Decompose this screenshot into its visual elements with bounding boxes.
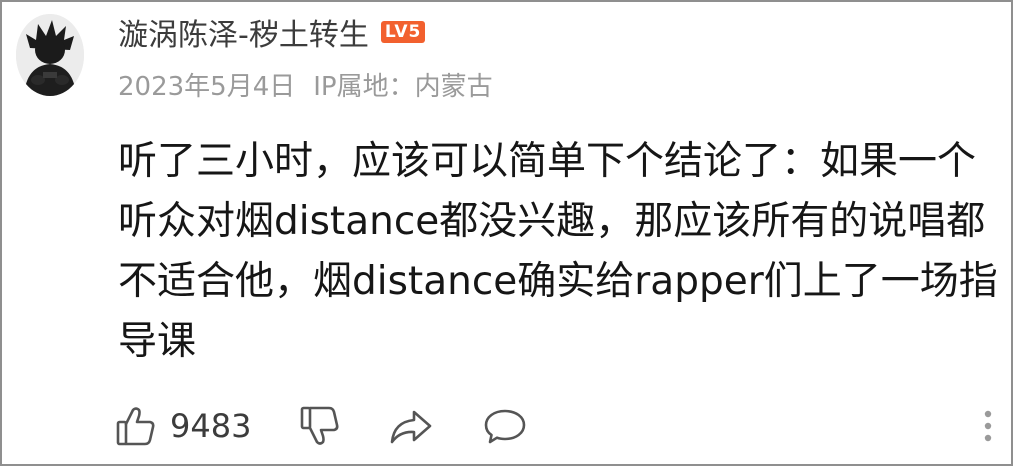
thumbs-down-icon [300,406,339,445]
comment-date: 2023年5月4日 [118,71,296,102]
comment-card: 漩涡陈泽-秽土转生 LV5 2023年5月4日 IP属地：内蒙古 听了三小时，应… [0,0,1013,466]
share-arrow-icon [390,410,432,444]
username[interactable]: 漩涡陈泽-秽土转生 [118,10,369,54]
ip-location: IP属地：内蒙古 [313,71,493,102]
avatar[interactable] [16,14,84,96]
comment-text: 听了三小时，应该可以简单下个结论了：如果一个听众对烟distance都没兴趣，那… [118,139,998,364]
like-button[interactable]: 9483 [114,400,251,452]
share-button[interactable] [388,400,434,452]
reply-button[interactable] [482,400,528,452]
username-row: 漩涡陈泽-秽土转生 LV5 [118,10,426,54]
avatar-image [16,14,84,96]
more-options-button[interactable] [978,400,998,452]
comment-bubble-icon [484,409,526,444]
level-badge: LV5 [380,21,426,43]
thumbs-up-icon [116,407,155,446]
dislike-button[interactable] [298,400,342,452]
comment-actions: 9483 [114,400,1004,452]
more-vertical-icon [984,410,992,442]
comment-meta: 2023年5月4日 IP属地：内蒙古 [118,66,493,102]
like-count: 9483 [170,407,252,445]
